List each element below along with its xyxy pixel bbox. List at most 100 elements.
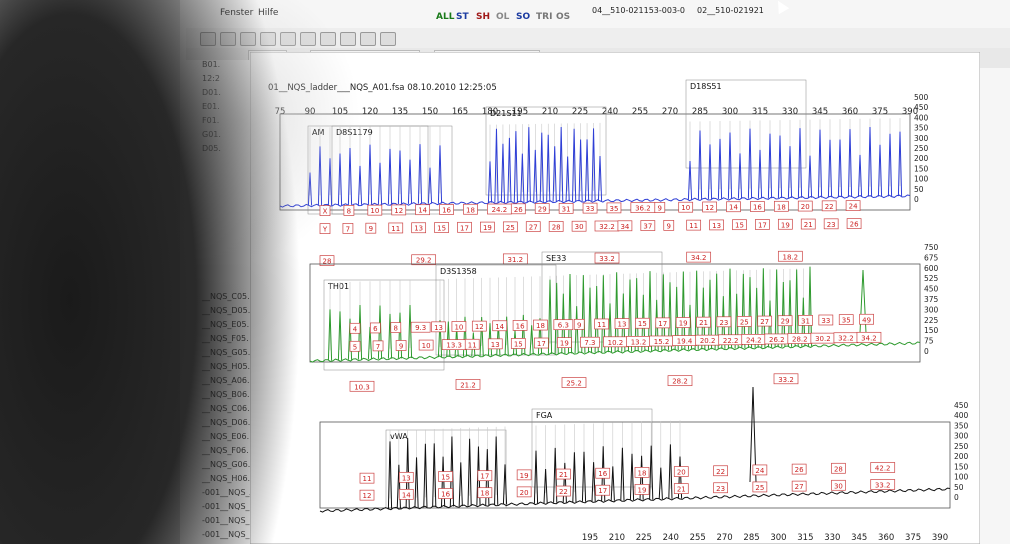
sample-list-item[interactable]: __NQS_B06.	[202, 390, 250, 399]
allele-call-label[interactable]: 4	[353, 325, 358, 333]
allele-call-label[interactable]: 9	[577, 321, 581, 329]
allele-call-label[interactable]: 26	[795, 466, 804, 474]
allele-call-label[interactable]: 7.3	[584, 339, 595, 347]
toolbar-filter-sh[interactable]: SH	[476, 12, 490, 22]
allele-call-label[interactable]: 22	[559, 488, 568, 496]
sample-list-item[interactable]: G01.	[202, 130, 221, 139]
allele-call-label[interactable]: 25	[755, 484, 764, 492]
allele-call-label[interactable]: 19	[638, 486, 647, 494]
allele-call-label[interactable]: Y	[322, 226, 328, 234]
allele-call-label[interactable]: 31.2	[508, 256, 524, 264]
allele-call-label[interactable]: 31	[801, 317, 810, 325]
allele-call-label[interactable]: 24	[755, 467, 764, 475]
allele-call-label[interactable]: 17	[598, 487, 607, 495]
allele-call-label[interactable]: 12	[705, 204, 714, 212]
toolbar-button-icon[interactable]	[240, 32, 256, 46]
allele-call-label[interactable]: 34	[620, 223, 629, 231]
allele-call-label[interactable]: 20	[801, 203, 810, 211]
allele-call-label[interactable]: 26	[514, 206, 523, 214]
allele-call-label[interactable]: 49	[862, 316, 871, 324]
allele-call-label[interactable]: 26.2	[769, 336, 785, 344]
allele-call-label[interactable]: 19.4	[677, 338, 693, 346]
toolbar-filter-st[interactable]: ST	[456, 12, 469, 22]
sample-list-item[interactable]: E01.	[202, 102, 220, 111]
allele-call-label[interactable]: 14	[729, 204, 738, 212]
allele-call-label[interactable]: 11	[597, 321, 606, 329]
allele-call-label[interactable]: 9	[658, 204, 662, 212]
allele-call-label[interactable]: 28	[834, 465, 843, 473]
allele-call-label[interactable]: 28	[552, 223, 561, 231]
allele-call-label[interactable]: 20	[520, 489, 529, 497]
toolbar-button-icon[interactable]	[220, 32, 236, 46]
allele-call-label[interactable]: 16	[441, 491, 450, 499]
allele-call-label[interactable]: 20	[677, 469, 686, 477]
allele-call-label[interactable]: 22.2	[723, 337, 739, 345]
allele-call-label[interactable]: 23	[719, 319, 728, 327]
toolbar-button-icon[interactable]	[360, 32, 376, 46]
allele-call-label[interactable]: 16	[442, 206, 451, 214]
allele-call-label[interactable]: 32.2	[599, 223, 615, 231]
allele-call-label[interactable]: 42.2	[875, 464, 891, 472]
allele-call-label[interactable]: 21	[804, 221, 813, 229]
allele-call-label[interactable]: 14	[495, 323, 504, 331]
allele-call-label[interactable]: 22	[825, 203, 834, 211]
allele-call-label[interactable]: 28.2	[792, 336, 808, 344]
allele-call-label[interactable]: 15	[441, 474, 450, 482]
allele-call-label[interactable]: 9	[399, 342, 403, 350]
allele-call-label[interactable]: 32.2	[838, 335, 854, 343]
toolbar-button-icon[interactable]	[200, 32, 216, 46]
allele-call-label[interactable]: 8	[347, 207, 351, 215]
allele-call-label[interactable]: 37	[643, 223, 652, 231]
allele-call-label[interactable]: 9	[369, 225, 373, 233]
allele-call-label[interactable]: 13	[712, 222, 721, 230]
allele-call-label[interactable]: 15	[638, 320, 647, 328]
menu-fenster[interactable]: Fenster	[220, 8, 253, 18]
toolbar-button-icon[interactable]	[300, 32, 316, 46]
allele-call-label[interactable]: 13.3	[446, 342, 462, 350]
allele-call-label[interactable]: 12	[394, 207, 403, 215]
sample-list-item[interactable]: D01.	[202, 88, 221, 97]
allele-call-label[interactable]: 17	[658, 320, 667, 328]
allele-call-label[interactable]: 19	[483, 224, 492, 232]
toolbar-button-icon[interactable]	[280, 32, 296, 46]
allele-call-label[interactable]: 15	[437, 225, 446, 233]
allele-call-label[interactable]: 16	[516, 322, 525, 330]
allele-call-label[interactable]: 10.3	[354, 383, 370, 391]
sample-list-item[interactable]: __NQS_C05.	[202, 292, 250, 301]
allele-call-label[interactable]: 6	[373, 325, 378, 333]
allele-call-label[interactable]: 33	[586, 205, 595, 213]
allele-call-label[interactable]: 28.2	[672, 378, 688, 386]
tab-3[interactable]: 04__510-021153-003-0	[586, 4, 691, 20]
allele-call-label[interactable]: 10	[422, 342, 431, 350]
allele-call-label[interactable]: 10	[454, 323, 463, 331]
allele-call-label[interactable]: 31	[562, 205, 571, 213]
sample-list-item[interactable]: __NQS_D06.	[202, 418, 250, 427]
allele-call-label[interactable]: 13	[491, 341, 500, 349]
allele-call-label[interactable]: 13	[402, 474, 411, 482]
allele-call-label[interactable]: 33.2	[875, 481, 891, 489]
allele-call-label[interactable]: 23	[827, 221, 836, 229]
allele-call-label[interactable]: 27	[529, 224, 538, 232]
allele-call-label[interactable]: 19	[679, 320, 688, 328]
allele-call-label[interactable]: 10	[370, 207, 379, 215]
allele-call-label[interactable]: 36.2	[635, 205, 651, 213]
allele-call-label[interactable]: 15.2	[654, 338, 670, 346]
allele-call-label[interactable]: 11	[363, 475, 372, 483]
allele-call-label[interactable]: 20.2	[700, 337, 716, 345]
allele-call-label[interactable]: 21	[677, 486, 686, 494]
sample-list-item[interactable]: __NQS_C06.	[202, 404, 250, 413]
allele-call-label[interactable]: 13	[434, 324, 443, 332]
allele-call-label[interactable]: 17	[460, 224, 469, 232]
sample-list-item[interactable]: __NQS_G06.	[202, 460, 250, 469]
allele-call-label[interactable]: 21.2	[460, 381, 476, 389]
allele-call-label[interactable]: 27	[795, 483, 804, 491]
allele-call-label[interactable]: 34.2	[691, 254, 707, 262]
allele-call-label[interactable]: 5	[353, 343, 357, 351]
toolbar-button-icon[interactable]	[380, 32, 396, 46]
tab-4[interactable]: 02__510-021921	[691, 4, 770, 20]
allele-call-label[interactable]: 10	[681, 204, 690, 212]
toolbar-filter-ol[interactable]: OL	[496, 12, 509, 22]
sample-list-item[interactable]: __NQS_A06.	[202, 376, 250, 385]
sample-list-item[interactable]: __NQS_D05.	[202, 306, 250, 315]
allele-call-label[interactable]: 30	[575, 223, 584, 231]
